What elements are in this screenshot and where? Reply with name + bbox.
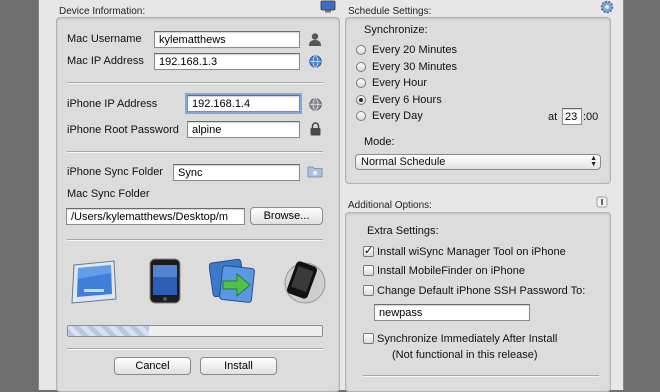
mode-label: Mode: bbox=[364, 136, 395, 148]
divider bbox=[363, 375, 599, 377]
mac-sync-folder-label: Mac Sync Folder bbox=[67, 188, 150, 200]
iphone-tilted-icon bbox=[279, 257, 327, 308]
sync-now-checkbox[interactable] bbox=[363, 333, 374, 344]
additional-options-title: Additional Options: bbox=[348, 200, 432, 211]
iphone-password-field[interactable]: alpine bbox=[187, 121, 300, 138]
iphone-ip-label: iPhone IP Address bbox=[67, 98, 158, 110]
install-button[interactable]: Install bbox=[200, 357, 277, 375]
install-progress-bar bbox=[67, 325, 323, 337]
schedule-settings-title: Schedule Settings: bbox=[348, 6, 432, 17]
user-icon bbox=[308, 32, 322, 50]
option-every-20-minutes: Every 20 Minutes bbox=[372, 44, 457, 56]
wisync-label: Install wiSync Manager Tool on iPhone bbox=[377, 246, 566, 258]
schedule-panel: Synchronize: Every 20 Minutes Every 30 M… bbox=[345, 17, 611, 184]
ssh-password-checkbox[interactable] bbox=[363, 285, 374, 296]
wisync-checkbox[interactable]: ✓ bbox=[363, 246, 374, 257]
at-label: at bbox=[548, 111, 558, 123]
gear-icon[interactable] bbox=[600, 0, 614, 17]
lock-icon bbox=[310, 122, 321, 139]
mac-username-field[interactable]: kylematthews bbox=[154, 31, 300, 48]
radio-every-hour[interactable] bbox=[356, 78, 366, 88]
ssh-password-label: Change Default iPhone SSH Password To: bbox=[377, 285, 586, 297]
divider bbox=[67, 348, 323, 350]
divider bbox=[67, 239, 323, 241]
sync-now-label: Synchronize Immediately After Install bbox=[377, 333, 558, 345]
network-globe-icon bbox=[309, 98, 322, 114]
synchronize-label: Synchronize: bbox=[364, 24, 428, 36]
mac-ip-label: Mac IP Address bbox=[67, 55, 144, 67]
option-every-30-minutes: Every 30 Minutes bbox=[372, 61, 457, 73]
option-every-day: Every Day bbox=[372, 110, 423, 122]
radio-every-6-hours[interactable] bbox=[356, 95, 366, 105]
hour-field[interactable]: 23 bbox=[562, 108, 582, 125]
option-every-6-hours: Every 6 Hours bbox=[372, 94, 442, 106]
mode-popup[interactable]: Normal Schedule ▲ ▼ bbox=[355, 154, 601, 170]
ssh-password-field[interactable]: newpass bbox=[374, 304, 530, 321]
folder-icon[interactable] bbox=[307, 165, 323, 181]
extra-settings-label: Extra Settings: bbox=[367, 225, 439, 237]
mobilefinder-checkbox[interactable] bbox=[363, 265, 374, 276]
option-every-hour: Every Hour bbox=[372, 77, 428, 89]
sync-now-note: (Not functional in this release) bbox=[392, 349, 538, 361]
device-info-panel: Mac Username kylematthews Mac IP Address… bbox=[56, 17, 340, 392]
info-tag-icon[interactable] bbox=[596, 196, 608, 211]
radio-every-day[interactable] bbox=[356, 111, 366, 121]
mac-username-label: Mac Username bbox=[67, 33, 142, 45]
mobilefinder-label: Install MobileFinder on iPhone bbox=[377, 265, 525, 277]
minute-label: :00 bbox=[583, 111, 599, 123]
progress-fill bbox=[68, 326, 150, 336]
device-info-title: Device Information: bbox=[59, 6, 146, 17]
mac-sync-folder-field[interactable]: /Users/kylematthews/Desktop/m bbox=[66, 208, 245, 225]
display-icon[interactable] bbox=[320, 0, 336, 16]
additional-options-panel: Extra Settings: ✓ Install wiSync Manager… bbox=[345, 212, 611, 392]
sync-arrow-icon bbox=[208, 257, 259, 308]
divider bbox=[67, 82, 323, 84]
radio-every-30-minutes[interactable] bbox=[356, 62, 366, 72]
iphone-password-label: iPhone Root Password bbox=[67, 124, 179, 136]
iphone-sync-folder-field[interactable]: Sync bbox=[173, 164, 300, 181]
browse-button[interactable]: Browse... bbox=[250, 207, 323, 225]
mac-ip-field[interactable]: 192.168.1.3 bbox=[154, 53, 300, 70]
iphone-sync-folder-label: iPhone Sync Folder bbox=[67, 166, 163, 178]
iphone-ip-field[interactable]: 192.168.1.4 bbox=[187, 95, 300, 112]
popup-arrows-icon: ▲ ▼ bbox=[590, 155, 597, 168]
cancel-button[interactable]: Cancel bbox=[114, 357, 191, 375]
app-window: Device Information: Mac Username kylemat… bbox=[38, 0, 624, 392]
mac-display-icon bbox=[70, 259, 118, 308]
network-globe-icon bbox=[309, 55, 322, 71]
radio-every-20-minutes[interactable] bbox=[356, 45, 366, 55]
iphone-icon bbox=[148, 258, 182, 307]
divider bbox=[67, 151, 323, 153]
checkmark-icon: ✓ bbox=[364, 245, 374, 257]
mode-popup-value: Normal Schedule bbox=[361, 156, 446, 168]
